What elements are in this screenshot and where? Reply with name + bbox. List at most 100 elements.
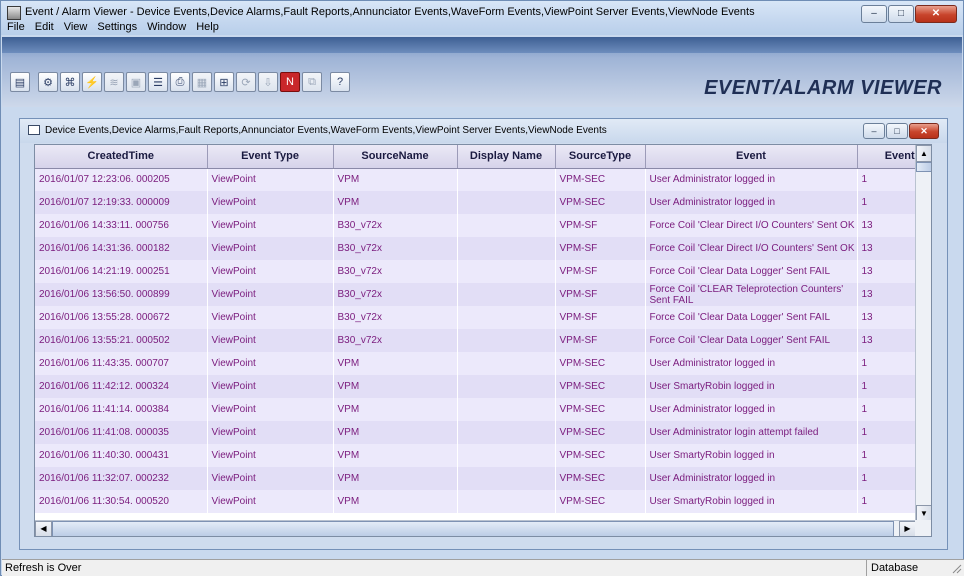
refresh-icon[interactable]: ⟳ [236, 72, 256, 92]
scroll-right-icon[interactable]: ▶ [899, 521, 916, 536]
menu-file[interactable]: File [2, 20, 30, 35]
connect-icon[interactable]: ⚡ [82, 72, 102, 92]
table-row[interactable]: 2016/01/06 14:31:36. 000182 ViewPoint B30_… [35, 237, 931, 260]
close-button[interactable]: ✕ [915, 5, 957, 23]
status-mode: Database [866, 560, 946, 576]
table-row[interactable]: 2016/01/06 13:56:50. 000899 ViewPoint B30_… [35, 283, 931, 306]
event-settings-icon[interactable]: ⚙ [38, 72, 58, 92]
table-cell: VPM-SF [555, 260, 646, 283]
table-row[interactable]: 2016/01/06 14:33:11. 000756 ViewPoint B30_… [35, 214, 931, 237]
table-cell: VPM-SF [555, 306, 646, 329]
table-cell: VPM-SEC [555, 467, 646, 490]
table-cell: Force Coil 'Clear Direct I/O Counters' S… [645, 214, 858, 237]
table-cell: ViewPoint [207, 191, 334, 214]
alarm-icon[interactable]: N [280, 72, 300, 92]
toolbar: ▤ ⚙ ⌘ ⚡ ≋ ▣ ☰ ⎙ ▦ ⊞ ⟳ ⇩ N ⧉? [10, 70, 352, 94]
child-title-bar[interactable]: Device Events,Device Alarms,Fault Report… [20, 119, 947, 143]
table-cell: B30_v72x [333, 214, 458, 237]
print-icon[interactable]: ⎙ [170, 72, 190, 92]
table-cell: ViewPoint [207, 306, 334, 329]
maximize-button[interactable]: □ [888, 5, 914, 23]
scroll-up-icon[interactable]: ▲ [916, 145, 931, 162]
table-row[interactable]: 2016/01/06 11:42:12. 000324 ViewPoint VPM V… [35, 375, 931, 398]
table-cell: Force Coil 'CLEAR Teleprotection Counter… [645, 283, 858, 306]
table-cell: B30_v72x [333, 306, 458, 329]
chart-icon[interactable]: ≋ [104, 72, 124, 92]
table-cell [457, 421, 556, 444]
vertical-scroll-thumb[interactable] [916, 162, 931, 172]
table-cell: User SmartyRobin logged in [645, 490, 858, 513]
table-cell [457, 168, 556, 191]
device-tree-icon[interactable]: ⌘ [60, 72, 80, 92]
table-cell: User Administrator logged in [645, 467, 858, 490]
horizontal-scrollbar[interactable]: ◀ ▶ [35, 520, 916, 536]
child-caption-buttons: – □ ✕ [862, 123, 939, 139]
calendar-icon[interactable]: ▦ [192, 72, 212, 92]
table-cell: 2016/01/06 11:40:30. 000431 [35, 444, 208, 467]
table-cell [457, 237, 556, 260]
window-icon[interactable]: ▣ [126, 72, 146, 92]
table-cell [457, 467, 556, 490]
banner-band [2, 37, 962, 53]
status-bar: Refresh is Over Database [2, 559, 964, 576]
export-icon[interactable]: ⇩ [258, 72, 278, 92]
table-row[interactable]: 2016/01/06 13:55:21. 000502 ViewPoint B30_… [35, 329, 931, 352]
horizontal-scroll-thumb[interactable] [52, 521, 894, 536]
table-cell: B30_v72x [333, 283, 458, 306]
table-cell: ViewPoint [207, 375, 334, 398]
grid-view-icon[interactable]: ▤ [10, 72, 30, 92]
menu-view[interactable]: View [59, 20, 93, 35]
event-table: CreatedTime Event Type SourceName Display N… [35, 145, 931, 513]
table-cell: Force Coil 'Clear Data Logger' Sent FAIL [645, 260, 858, 283]
column-header[interactable]: SourceType [555, 145, 646, 169]
filter-icon[interactable]: ⊞ [214, 72, 234, 92]
column-header[interactable]: CreatedTime [35, 145, 208, 169]
table-cell: 2016/01/06 11:41:08. 000035 [35, 421, 208, 444]
table-cell: ViewPoint [207, 467, 334, 490]
child-minimize-button[interactable]: – [863, 123, 885, 139]
table-row[interactable]: 2016/01/06 11:40:30. 000431 ViewPoint VPM V… [35, 444, 931, 467]
window-title: Event / Alarm Viewer - Device Events,Dev… [25, 6, 755, 18]
table-cell: ViewPoint [207, 352, 334, 375]
column-header[interactable]: Display Name [457, 145, 556, 169]
table-cell [457, 444, 556, 467]
table-header: CreatedTime Event Type SourceName Display N… [35, 145, 931, 169]
table-cell: 2016/01/06 11:30:54. 000520 [35, 490, 208, 513]
table-cell: Force Coil 'Clear Direct I/O Counters' S… [645, 237, 858, 260]
table-cell: ViewPoint [207, 398, 334, 421]
table-cell: 2016/01/06 14:33:11. 000756 [35, 214, 208, 237]
minimize-button[interactable]: – [861, 5, 887, 23]
child-close-button[interactable]: ✕ [909, 123, 939, 139]
table-cell [457, 490, 556, 513]
column-header[interactable]: SourceName [333, 145, 458, 169]
table-row[interactable]: 2016/01/06 11:41:08. 000035 ViewPoint VPM V… [35, 421, 931, 444]
table-cell: B30_v72x [333, 237, 458, 260]
table-row[interactable]: 2016/01/06 13:55:28. 000672 ViewPoint B30_… [35, 306, 931, 329]
resize-grip-icon[interactable] [950, 562, 962, 574]
table-row[interactable]: 2016/01/06 11:41:14. 000384 ViewPoint VPM V… [35, 398, 931, 421]
table-row[interactable]: 2016/01/07 12:19:33. 000009 ViewPoint VPM V… [35, 191, 931, 214]
menu-window[interactable]: Window [142, 20, 191, 35]
scroll-left-icon[interactable]: ◀ [35, 521, 52, 536]
menu-settings[interactable]: Settings [92, 20, 142, 35]
list-icon[interactable]: ☰ [148, 72, 168, 92]
vertical-scrollbar[interactable]: ▲ ▼ [915, 145, 931, 522]
column-header[interactable]: Event [645, 145, 858, 169]
column-header[interactable]: Event Type [207, 145, 334, 169]
event-child-window: Device Events,Device Alarms,Fault Report… [19, 118, 948, 550]
menu-help[interactable]: Help [191, 20, 224, 35]
table-cell: VPM-SF [555, 283, 646, 306]
table-row[interactable]: 2016/01/06 11:32:07. 000232 ViewPoint VPM V… [35, 467, 931, 490]
table-row[interactable]: 2016/01/06 11:30:54. 000520 ViewPoint VPM V… [35, 490, 931, 513]
table-cell: User Administrator logged in [645, 352, 858, 375]
table-row[interactable]: 2016/01/06 14:21:19. 000251 ViewPoint B30_… [35, 260, 931, 283]
table-row[interactable]: 2016/01/06 11:43:35. 000707 ViewPoint VPM V… [35, 352, 931, 375]
child-maximize-button[interactable]: □ [886, 123, 908, 139]
menu-edit[interactable]: Edit [30, 20, 59, 35]
table-cell: 2016/01/06 13:55:28. 000672 [35, 306, 208, 329]
table-row[interactable]: 2016/01/07 12:23:06. 000205 ViewPoint VPM V… [35, 168, 931, 191]
copy-icon[interactable]: ⧉ [302, 72, 322, 92]
help-icon[interactable]: ? [330, 72, 350, 92]
grid-resize-grip[interactable] [915, 520, 931, 536]
table-cell: VPM [333, 421, 458, 444]
